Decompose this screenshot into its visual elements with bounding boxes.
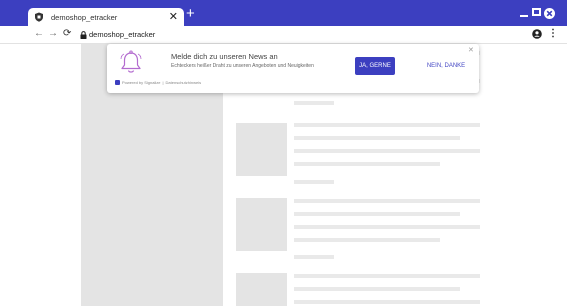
thumbnail-placeholder xyxy=(236,273,287,306)
address-bar[interactable]: demoshop_etracker xyxy=(80,28,500,41)
minimize-button[interactable] xyxy=(519,8,529,19)
close-window-button[interactable] xyxy=(544,8,555,19)
text-placeholder xyxy=(294,238,440,242)
popup-footer: Powered by Signalize | Datenschutzhinwei… xyxy=(115,80,201,85)
text-placeholder xyxy=(294,180,334,184)
text-placeholder xyxy=(294,255,334,259)
privacy-link[interactable]: Datenschutzhinweis xyxy=(166,80,202,85)
browser-menu-button[interactable]: ⋮ xyxy=(548,28,558,40)
text-placeholder xyxy=(294,225,480,229)
decline-button[interactable]: NEIN, DANKE xyxy=(421,57,471,75)
text-placeholder xyxy=(294,212,460,216)
text-placeholder xyxy=(294,287,460,291)
popup-description: Echteckers heißer Draht zu unseren Angeb… xyxy=(171,63,314,69)
accept-button[interactable]: JA, GERNE xyxy=(355,57,395,75)
footer-separator: | xyxy=(162,80,164,85)
text-placeholder xyxy=(294,162,440,166)
browser-titlebar: demoshop_etracker ✕ + xyxy=(0,0,567,26)
tab-title: demoshop_etracker xyxy=(51,12,118,22)
account-circle-icon[interactable] xyxy=(532,29,542,39)
shield-icon xyxy=(35,12,43,22)
close-icon xyxy=(546,10,553,17)
reload-button[interactable]: ⟳ xyxy=(63,27,71,41)
text-placeholder xyxy=(294,199,480,203)
signalize-logo-icon xyxy=(115,80,120,85)
text-placeholder xyxy=(294,136,460,140)
new-tab-button[interactable]: + xyxy=(186,6,195,22)
browser-toolbar: ← → ⟳ demoshop_etracker ⋮ xyxy=(0,26,567,44)
popup-title: Melde dich zu unseren News an xyxy=(171,52,278,61)
lock-icon xyxy=(80,30,87,39)
url-text: demoshop_etracker xyxy=(89,30,156,39)
thumbnail-placeholder xyxy=(236,198,287,251)
popup-close-button[interactable]: ✕ xyxy=(468,46,474,54)
browser-tab[interactable]: demoshop_etracker ✕ xyxy=(28,8,184,26)
maximize-button[interactable] xyxy=(532,8,541,16)
newsletter-popup: Melde dich zu unseren News an Echteckers… xyxy=(107,44,479,93)
text-placeholder xyxy=(294,274,480,278)
text-placeholder xyxy=(294,149,480,153)
text-placeholder xyxy=(294,123,480,127)
tab-close-button[interactable]: ✕ xyxy=(169,12,178,23)
text-placeholder xyxy=(294,101,334,105)
text-placeholder xyxy=(294,300,480,304)
powered-by-text: Powered by Signalize xyxy=(122,80,161,85)
bell-icon xyxy=(120,50,142,73)
forward-button[interactable]: → xyxy=(48,27,58,41)
back-button[interactable]: ← xyxy=(34,27,44,41)
thumbnail-placeholder xyxy=(236,123,287,176)
